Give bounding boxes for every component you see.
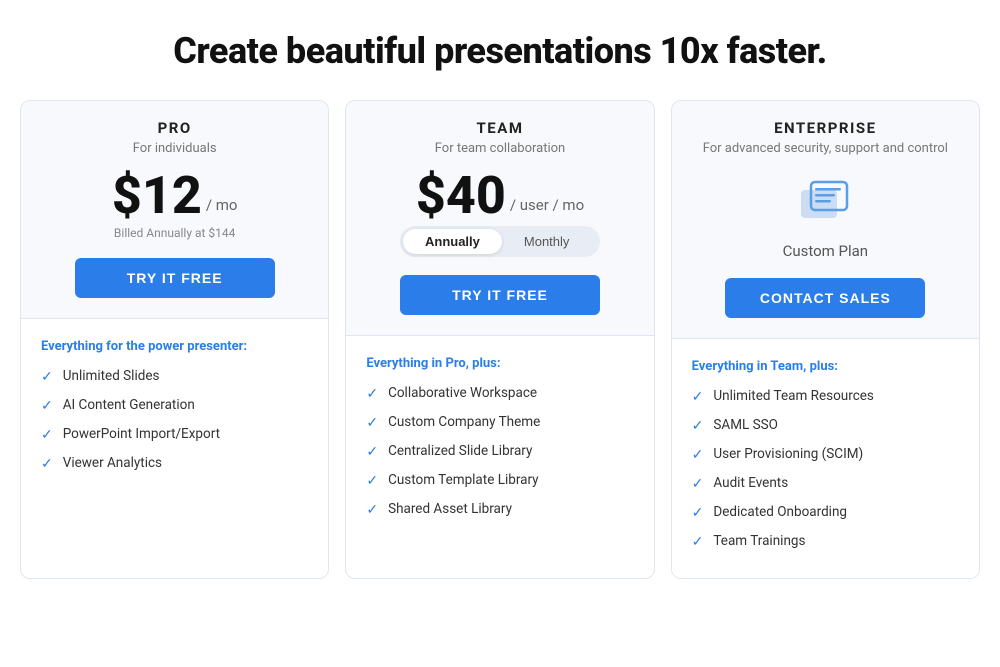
list-item: ✓ Dedicated Onboarding <box>692 504 959 521</box>
check-icon: ✓ <box>366 502 378 518</box>
list-item: ✓ PowerPoint Import/Export <box>41 426 308 443</box>
plan-subtitle-team: For team collaboration <box>435 141 566 156</box>
check-icon: ✓ <box>692 418 704 434</box>
feature-text: User Provisioning (SCIM) <box>713 446 863 462</box>
check-icon: ✓ <box>41 427 53 443</box>
toggle-monthly[interactable]: Monthly <box>502 229 592 254</box>
feature-text: Collaborative Workspace <box>388 385 537 401</box>
feature-text: Shared Asset Library <box>388 501 512 517</box>
check-icon: ✓ <box>692 476 704 492</box>
feature-text: Audit Events <box>713 475 788 491</box>
list-item: ✓ Shared Asset Library <box>366 501 633 518</box>
plan-subtitle-pro: For individuals <box>133 141 217 156</box>
list-item: ✓ Viewer Analytics <box>41 455 308 472</box>
plan-price-team: $40 / user / mo <box>416 170 584 222</box>
list-item: ✓ SAML SSO <box>692 417 959 434</box>
enterprise-icon <box>793 178 857 234</box>
check-icon: ✓ <box>692 447 704 463</box>
plan-features-enterprise: Everything in Team, plus: ✓ Unlimited Te… <box>672 339 979 578</box>
list-item: ✓ Custom Template Library <box>366 472 633 489</box>
feature-text: Custom Template Library <box>388 472 539 488</box>
plan-card-enterprise: ENTERPRISE For advanced security, suppor… <box>671 100 980 579</box>
price-amount-pro: $12 <box>112 170 202 222</box>
price-billed-pro: Billed Annually at $144 <box>114 226 235 240</box>
check-icon: ✓ <box>366 444 378 460</box>
price-amount-team: $40 <box>416 170 506 222</box>
price-period-team: / user / mo <box>510 196 584 214</box>
check-icon: ✓ <box>692 534 704 550</box>
plan-subtitle-enterprise: For advanced security, support and contr… <box>703 141 948 156</box>
check-icon: ✓ <box>366 386 378 402</box>
check-icon: ✓ <box>692 505 704 521</box>
feature-text: Dedicated Onboarding <box>713 504 847 520</box>
list-item: ✓ Collaborative Workspace <box>366 385 633 402</box>
check-icon: ✓ <box>692 389 704 405</box>
cta-button-team[interactable]: TRY IT FREE <box>400 275 600 315</box>
toggle-annually[interactable]: Annually <box>403 229 502 254</box>
list-item: ✓ Audit Events <box>692 475 959 492</box>
plan-card-pro: PRO For individuals $12 / mo Billed Annu… <box>20 100 329 579</box>
plan-header-pro: PRO For individuals $12 / mo Billed Annu… <box>21 101 328 319</box>
plan-features-team: Everything in Pro, plus: ✓ Collaborative… <box>346 336 653 546</box>
plan-name-team: TEAM <box>477 119 524 137</box>
plan-name-pro: PRO <box>158 119 192 137</box>
features-heading-pro: Everything for the power presenter: <box>41 339 308 354</box>
page-title: Create beautiful presentations 10x faste… <box>20 30 980 72</box>
plan-features-pro: Everything for the power presenter: ✓ Un… <box>21 319 328 500</box>
check-icon: ✓ <box>41 456 53 472</box>
features-heading-team: Everything in Pro, plus: <box>366 356 633 371</box>
billing-toggle: Annually Monthly <box>400 226 600 257</box>
features-heading-enterprise: Everything in Team, plus: <box>692 359 959 374</box>
plan-custom-label: Custom Plan <box>783 242 869 260</box>
list-item: ✓ Unlimited Team Resources <box>692 388 959 405</box>
feature-text: Viewer Analytics <box>63 455 162 471</box>
cta-button-enterprise[interactable]: CONTACT SALES <box>725 278 925 318</box>
feature-text: PowerPoint Import/Export <box>63 426 220 442</box>
feature-text: AI Content Generation <box>63 397 195 413</box>
check-icon: ✓ <box>366 473 378 489</box>
check-icon: ✓ <box>41 369 53 385</box>
plans-grid: PRO For individuals $12 / mo Billed Annu… <box>20 100 980 579</box>
feature-text: Unlimited Team Resources <box>713 388 874 404</box>
plan-card-team: TEAM For team collaboration $40 / user /… <box>345 100 654 579</box>
feature-text: Centralized Slide Library <box>388 443 532 459</box>
list-item: ✓ Team Trainings <box>692 533 959 550</box>
plan-header-team: TEAM For team collaboration $40 / user /… <box>346 101 653 336</box>
plan-header-enterprise: ENTERPRISE For advanced security, suppor… <box>672 101 979 339</box>
list-item: ✓ Custom Company Theme <box>366 414 633 431</box>
feature-text: Unlimited Slides <box>63 368 160 384</box>
check-icon: ✓ <box>366 415 378 431</box>
plan-price-pro: $12 / mo <box>112 170 238 222</box>
check-icon: ✓ <box>41 398 53 414</box>
price-period-pro: / mo <box>206 196 238 214</box>
list-item: ✓ Centralized Slide Library <box>366 443 633 460</box>
list-item: ✓ Unlimited Slides <box>41 368 308 385</box>
cta-button-pro[interactable]: TRY IT FREE <box>75 258 275 298</box>
list-item: ✓ User Provisioning (SCIM) <box>692 446 959 463</box>
feature-text: Team Trainings <box>713 533 805 549</box>
feature-text: Custom Company Theme <box>388 414 540 430</box>
plan-name-enterprise: ENTERPRISE <box>774 119 877 137</box>
list-item: ✓ AI Content Generation <box>41 397 308 414</box>
feature-text: SAML SSO <box>713 417 778 433</box>
